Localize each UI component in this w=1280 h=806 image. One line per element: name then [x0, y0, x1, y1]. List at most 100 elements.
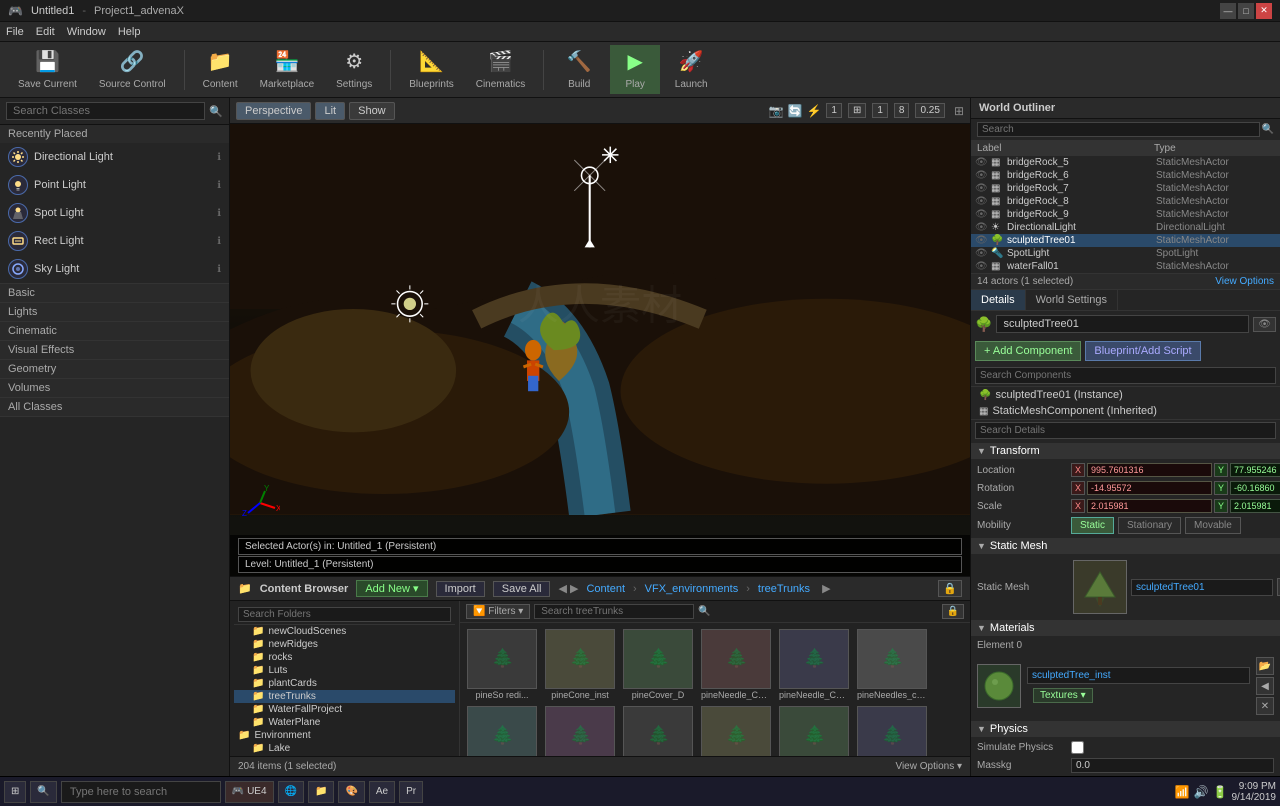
search-assets-input[interactable] — [534, 604, 694, 619]
viewport-maximize-icon[interactable]: ⊞ — [954, 104, 964, 118]
folder-environment[interactable]: 📁 Environment — [234, 729, 455, 742]
directional-light-info[interactable]: ℹ — [217, 152, 221, 163]
asset-item-0[interactable]: 🌲pineSo redi... — [464, 627, 540, 702]
source-control-btn[interactable]: 🔗 Source Control — [91, 45, 174, 94]
folder-newCloudScenes[interactable]: 📁 newCloudScenes — [234, 625, 455, 638]
materials-section-header[interactable]: Materials — [971, 620, 1280, 636]
add-component-btn[interactable]: + Add Component — [975, 341, 1081, 361]
asset-item-7[interactable]: 🌲pineNeedles_RGBA — [542, 704, 618, 756]
point-light-item[interactable]: Point Light ℹ — [0, 171, 229, 199]
menu-file[interactable]: File — [6, 26, 24, 38]
outliner-row-sculptedTree01[interactable]: 👁 🌳 sculptedTree01 StaticMeshActor — [971, 234, 1280, 247]
search-folders-input[interactable] — [238, 607, 451, 622]
outliner-row-bridgeRock6[interactable]: 👁 ▦ bridgeRock_6 StaticMeshActor — [971, 169, 1280, 182]
tab-world-settings[interactable]: World Settings — [1026, 290, 1118, 310]
content-btn[interactable]: 📁 Content — [195, 45, 246, 94]
scale-x[interactable] — [1087, 499, 1212, 513]
component-sculptedTree01[interactable]: 🌳 sculptedTree01 (Instance) — [971, 387, 1280, 403]
asset-item-9[interactable]: 🌲pineCone_tree_nm — [698, 704, 774, 756]
breadcrumb-content[interactable]: Content — [586, 583, 625, 595]
movable-btn[interactable]: Movable — [1185, 517, 1241, 534]
point-light-info[interactable]: ℹ — [217, 180, 221, 191]
minimize-btn[interactable]: — — [1220, 3, 1236, 19]
recently-placed-header[interactable]: Recently Placed — [0, 125, 229, 143]
outliner-row-bridgeRock5[interactable]: 👁 ▦ bridgeRock_5 StaticMeshActor — [971, 156, 1280, 169]
viewport-grid-control[interactable]: ⊞ — [848, 103, 866, 118]
spot-light-item[interactable]: Spot Light ℹ — [0, 199, 229, 227]
asset-item-8[interactable]: 🌲pineNeedles_D — [620, 704, 696, 756]
mat-browse-btn[interactable]: 📂 — [1256, 657, 1274, 675]
outliner-search-input[interactable] — [977, 122, 1260, 137]
content-lock-btn[interactable]: 🔒 — [938, 580, 962, 597]
main-viewport[interactable]: 人人素材 Selected Actor(s) in: Untitled_1 (P… — [230, 124, 970, 576]
taskbar-chrome[interactable]: 🌐 — [278, 781, 304, 803]
blueprints-btn[interactable]: 📐 Blueprints — [401, 45, 461, 94]
actor-visibility-btn[interactable]: 👁 — [1253, 317, 1276, 332]
mat-nav-btn[interactable]: ◀ — [1256, 677, 1274, 695]
asset-item-10[interactable]: 🌲pineCone_free_inst — [776, 704, 852, 756]
outliner-row-dirlight[interactable]: 👁 ☀ DirectionalLight DirectionalLight — [971, 221, 1280, 234]
all-classes-header[interactable]: All Classes — [0, 398, 229, 416]
outliner-row-spotlight[interactable]: 👁 🔦 SpotLight SpotLight — [971, 247, 1280, 260]
rotation-x[interactable] — [1087, 481, 1212, 495]
breadcrumb-trunks[interactable]: treeTrunks — [758, 583, 810, 595]
menu-window[interactable]: Window — [67, 26, 106, 38]
show-btn[interactable]: Show — [349, 102, 395, 120]
static-mesh-section-header[interactable]: Static Mesh — [971, 538, 1280, 554]
taskbar-search-btn[interactable]: 🔍 — [30, 781, 56, 803]
folder-waterplane[interactable]: 📁 WaterPlane — [234, 716, 455, 729]
rect-light-info[interactable]: ℹ — [217, 236, 221, 247]
menu-edit[interactable]: Edit — [36, 26, 55, 38]
taskbar-ae[interactable]: Ae — [369, 781, 395, 803]
tab-details[interactable]: Details — [971, 290, 1026, 310]
scale-y[interactable] — [1230, 499, 1280, 513]
launch-btn[interactable]: 🚀 Launch — [666, 45, 716, 94]
visual-effects-header[interactable]: Visual Effects — [0, 341, 229, 359]
actor-name-input[interactable] — [996, 315, 1249, 333]
breadcrumb-expand[interactable]: ▶ — [822, 582, 830, 595]
viewport-snap-control[interactable]: 0.25 — [915, 103, 944, 118]
mass-input[interactable] — [1071, 758, 1274, 773]
cinematics-btn[interactable]: 🎬 Cinematics — [468, 45, 533, 94]
save-current-btn[interactable]: 💾 Save Current — [10, 45, 85, 94]
sky-light-item[interactable]: Sky Light ℹ — [0, 255, 229, 283]
folder-luts[interactable]: 📁 Luts — [234, 664, 455, 677]
folder-treetrUnks[interactable]: 📁 treeTrunks — [234, 690, 455, 703]
taskbar-premiere[interactable]: Pr — [399, 781, 423, 803]
asset-item-4[interactable]: 🌲pineNeedle_Cover_D0 — [776, 627, 852, 702]
search-components-input[interactable] — [975, 367, 1276, 384]
taskbar-photoshop[interactable]: 🎨 — [338, 781, 364, 803]
search-classes-input[interactable] — [6, 102, 205, 120]
perspective-btn[interactable]: Perspective — [236, 102, 311, 120]
folder-rocks[interactable]: 📁 rocks — [234, 651, 455, 664]
lit-btn[interactable]: Lit — [315, 102, 345, 120]
directional-light-item[interactable]: Directional Light ℹ — [0, 143, 229, 171]
filters-btn[interactable]: 🔽 Filters ▾ — [466, 604, 530, 619]
viewport-scale-control[interactable]: 1 — [826, 103, 842, 118]
asset-item-3[interactable]: 🌲pineNeedle_Cover01 — [698, 627, 774, 702]
taskbar-ue4[interactable]: 🎮 UE4 — [225, 781, 274, 803]
breadcrumb-vfx[interactable]: VFX_environments — [645, 583, 739, 595]
folder-newRidges[interactable]: 📁 newRidges — [234, 638, 455, 651]
settings-btn[interactable]: ⚙ Settings — [328, 45, 380, 94]
static-btn[interactable]: Static — [1071, 517, 1114, 534]
viewport-num1-control[interactable]: 1 — [872, 103, 888, 118]
mesh-name-input[interactable] — [1131, 579, 1273, 596]
outliner-row-bridgeRock7[interactable]: 👁 ▦ bridgeRock_7 StaticMeshActor — [971, 182, 1280, 195]
basic-header[interactable]: Basic — [0, 284, 229, 302]
component-staticmesh[interactable]: ▦ StaticMeshComponent (Inherited) — [971, 403, 1280, 419]
viewport-num8-control[interactable]: 8 — [894, 103, 910, 118]
asset-item-2[interactable]: 🌲pineCover_D — [620, 627, 696, 702]
start-btn[interactable]: ⊞ — [4, 781, 26, 803]
location-y[interactable] — [1230, 463, 1280, 477]
search-details-input[interactable] — [975, 422, 1276, 439]
rect-light-item[interactable]: Rect Light ℹ — [0, 227, 229, 255]
physics-section-header[interactable]: Physics — [971, 721, 1280, 737]
play-btn[interactable]: ▶ Play — [610, 45, 660, 94]
folder-plantcards[interactable]: 📁 plantCards — [234, 677, 455, 690]
asset-item-11[interactable]: 🌲pine_branch_D — [854, 704, 930, 756]
menu-help[interactable]: Help — [118, 26, 141, 38]
material-name-input[interactable] — [1027, 667, 1250, 684]
outliner-row-bridgeRock8[interactable]: 👁 ▦ bridgeRock_8 StaticMeshActor — [971, 195, 1280, 208]
asset-item-6[interactable]: 🌲pineNeedles_cover_rm — [464, 704, 540, 756]
